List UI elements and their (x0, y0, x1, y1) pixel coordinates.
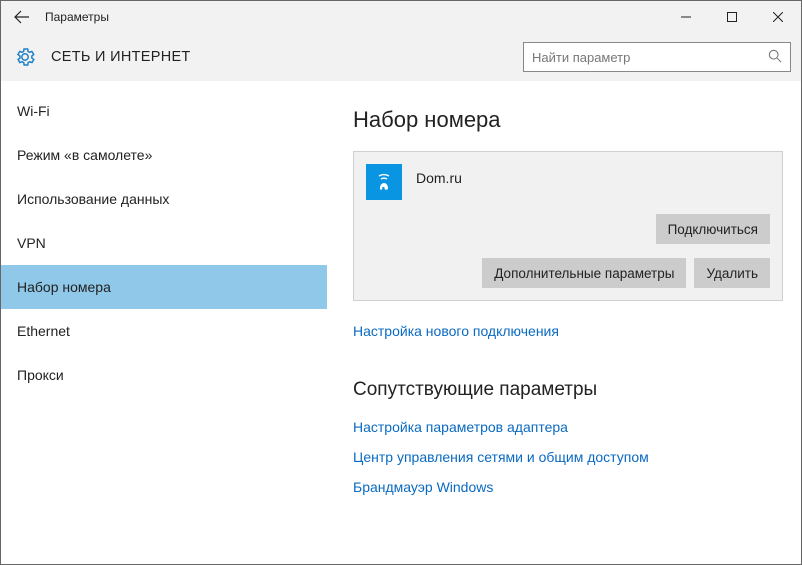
window-buttons (663, 2, 801, 32)
content: Набор номера Dom.ru Подключиться (327, 81, 801, 564)
sidebar-item-label: Режим «в самолете» (17, 147, 152, 163)
maximize-icon (727, 12, 737, 22)
body: Wi-Fi Режим «в самолете» Использование д… (1, 81, 801, 564)
back-arrow-icon (14, 9, 30, 25)
new-connection-link[interactable]: Настройка нового подключения (353, 323, 559, 339)
advanced-button[interactable]: Дополнительные параметры (482, 258, 686, 288)
related-link-adapter[interactable]: Настройка параметров адаптера (353, 419, 568, 435)
sidebar: Wi-Fi Режим «в самолете» Использование д… (1, 81, 327, 564)
close-icon (773, 12, 783, 22)
titlebar: Параметры (1, 1, 801, 33)
minimize-icon (681, 12, 691, 22)
sidebar-item-label: Набор номера (17, 279, 111, 295)
sidebar-item-airplane[interactable]: Режим «в самолете» (1, 133, 327, 177)
sidebar-item-dialup[interactable]: Набор номера (1, 265, 327, 309)
connection-box: Dom.ru Подключиться Дополнительные парам… (353, 151, 783, 301)
sidebar-item-data-usage[interactable]: Использование данных (1, 177, 327, 221)
minimize-button[interactable] (663, 2, 709, 32)
maximize-button[interactable] (709, 2, 755, 32)
related-heading: Сопутствующие параметры (353, 379, 783, 401)
sidebar-item-wifi[interactable]: Wi-Fi (1, 89, 327, 133)
back-button[interactable] (7, 2, 37, 32)
connection-row[interactable]: Dom.ru (366, 164, 770, 200)
sidebar-item-ethernet[interactable]: Ethernet (1, 309, 327, 353)
window-title: Параметры (45, 10, 663, 24)
sidebar-item-label: Использование данных (17, 191, 169, 207)
settings-window: Параметры СЕТЬ И ИНТЕРНЕТ (0, 0, 802, 565)
sidebar-item-label: VPN (17, 235, 46, 251)
search-input[interactable] (532, 50, 768, 65)
search-icon (768, 49, 782, 66)
dialup-icon (366, 164, 402, 200)
sidebar-item-proxy[interactable]: Прокси (1, 353, 327, 397)
related-link-firewall[interactable]: Брандмауэр Windows (353, 479, 493, 495)
connect-row: Подключиться (366, 214, 770, 244)
close-button[interactable] (755, 2, 801, 32)
related-link-sharing[interactable]: Центр управления сетями и общим доступом (353, 449, 649, 465)
connection-name: Dom.ru (416, 170, 462, 186)
sidebar-item-vpn[interactable]: VPN (1, 221, 327, 265)
sidebar-item-label: Прокси (17, 367, 64, 383)
section-title: СЕТЬ И ИНТЕРНЕТ (51, 49, 191, 65)
connect-button[interactable]: Подключиться (656, 214, 770, 244)
action-row: Дополнительные параметры Удалить (366, 258, 770, 288)
search-box[interactable] (523, 42, 791, 72)
sidebar-item-label: Ethernet (17, 323, 70, 339)
gear-icon (13, 45, 37, 69)
sidebar-item-label: Wi-Fi (17, 103, 50, 119)
header: СЕТЬ И ИНТЕРНЕТ (1, 33, 801, 81)
delete-button[interactable]: Удалить (694, 258, 770, 288)
page-title: Набор номера (353, 107, 783, 133)
